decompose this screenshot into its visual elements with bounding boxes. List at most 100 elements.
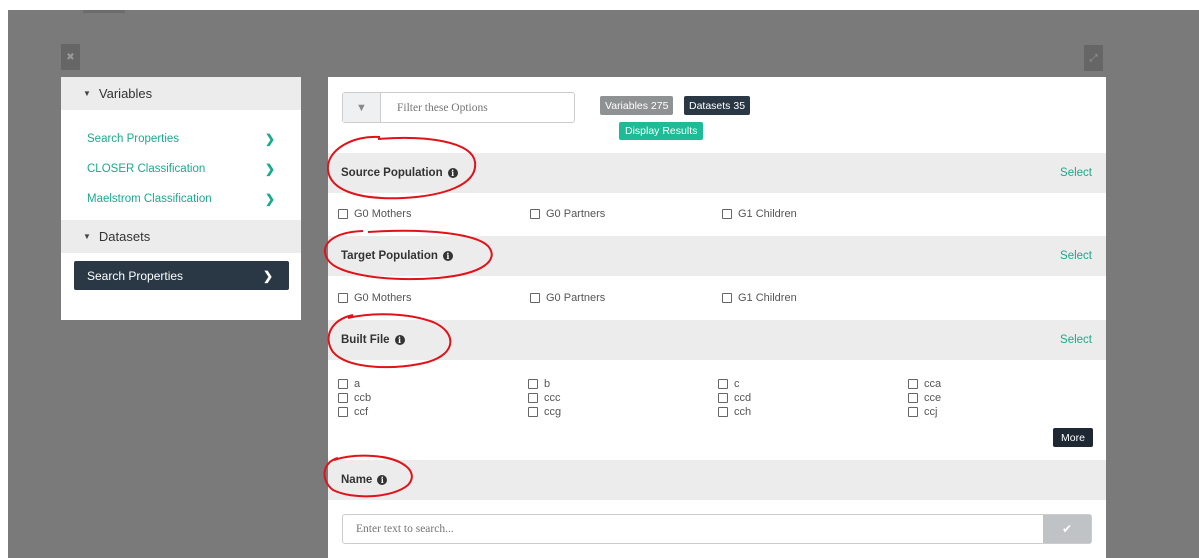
datasets-search-properties-button[interactable]: Search Properties ❯: [74, 261, 289, 290]
filter-icon: ▼: [343, 93, 381, 122]
option-label: cch: [734, 406, 752, 418]
name-search-box: ✔: [342, 514, 1092, 544]
select-link[interactable]: Select: [1060, 167, 1092, 179]
caret-down-icon: ▼: [83, 89, 91, 98]
target-population-header: Target Population i Select: [328, 236, 1106, 276]
source-population-options: G0 Mothers G0 Partners G1 Children: [338, 207, 1098, 221]
checkbox-option[interactable]: G0 Mothers: [338, 208, 530, 220]
filter-input[interactable]: [381, 101, 561, 114]
checkbox[interactable]: [528, 379, 538, 389]
option-label: ccd: [734, 392, 752, 404]
option-label: G1 Children: [738, 292, 797, 304]
checkbox-option[interactable]: cca: [908, 378, 1098, 390]
checkbox-option[interactable]: a: [338, 378, 528, 390]
built-file-header: Built File i Select: [328, 320, 1106, 360]
checkbox[interactable]: [338, 209, 348, 219]
checkbox-option[interactable]: G1 Children: [722, 208, 914, 220]
display-results-button[interactable]: Display Results: [619, 122, 704, 140]
built-file-options: a b c cca ccb ccc ccd cce ccf ccg cch cc…: [338, 377, 1098, 419]
sidebar-item-maelstrom-classification[interactable]: Maelstrom Classification ❯: [61, 184, 301, 214]
info-icon[interactable]: i: [442, 251, 453, 261]
datasets-count-badge[interactable]: Datasets 35: [684, 96, 751, 115]
checkbox-option[interactable]: b: [528, 378, 718, 390]
checkbox[interactable]: [718, 393, 728, 403]
checkbox[interactable]: [338, 379, 348, 389]
checkbox[interactable]: [530, 209, 540, 219]
checkbox[interactable]: [722, 209, 732, 219]
option-label: ccb: [354, 392, 372, 404]
checkbox-option[interactable]: ccc: [528, 392, 718, 404]
source-population-header: Source Population i Select: [328, 153, 1106, 193]
option-label: ccf: [354, 406, 369, 418]
checkbox-option[interactable]: ccf: [338, 406, 528, 418]
checkbox[interactable]: [908, 407, 918, 417]
option-label: cca: [924, 378, 942, 390]
info-icon[interactable]: i: [377, 475, 388, 485]
checkbox-option[interactable]: G0 Mothers: [338, 292, 530, 304]
checkbox[interactable]: [718, 407, 728, 417]
more-button[interactable]: More: [1053, 428, 1093, 447]
checkbox-option[interactable]: cch: [718, 406, 908, 418]
sidebar-item-label: Maelstrom Classification: [87, 193, 212, 205]
checkbox[interactable]: [722, 293, 732, 303]
checkbox-option[interactable]: G1 Children: [722, 292, 914, 304]
option-label: G0 Partners: [546, 292, 606, 304]
checkbox[interactable]: [338, 393, 348, 403]
top-edge: [83, 10, 125, 13]
checkbox-option[interactable]: ccd: [718, 392, 908, 404]
chevron-right-icon: ❯: [264, 192, 275, 206]
variables-header[interactable]: ▼ Variables: [61, 77, 301, 110]
chevron-right-icon: ❯: [264, 162, 275, 176]
option-label: ccg: [544, 406, 562, 418]
checkbox[interactable]: [528, 407, 538, 417]
section-title: Name i: [341, 474, 388, 486]
checkbox[interactable]: [908, 393, 918, 403]
option-label: cce: [924, 392, 942, 404]
name-title: Name: [341, 474, 373, 486]
checkbox[interactable]: [528, 393, 538, 403]
variables-count-badge[interactable]: Variables 275: [600, 96, 674, 115]
option-label: c: [734, 378, 740, 390]
checkbox-option[interactable]: G0 Partners: [530, 292, 722, 304]
filter-box: ▼: [342, 92, 575, 123]
target-population-options: G0 Mothers G0 Partners G1 Children: [338, 291, 1098, 305]
expand-icon[interactable]: ⤢: [1084, 45, 1103, 71]
variables-list: Search Properties ❯ CLOSER Classificatio…: [61, 110, 301, 220]
checkbox[interactable]: [530, 293, 540, 303]
section-title: Built File i: [341, 334, 405, 346]
name-search-input[interactable]: [343, 515, 1043, 543]
checkbox[interactable]: [908, 379, 918, 389]
checkbox-option[interactable]: c: [718, 378, 908, 390]
checkbox-option[interactable]: cce: [908, 392, 1098, 404]
checkbox[interactable]: [718, 379, 728, 389]
option-label: ccc: [544, 392, 561, 404]
option-label: G1 Children: [738, 208, 797, 220]
sidebar-item-closer-classification[interactable]: CLOSER Classification ❯: [61, 154, 301, 184]
checkmark-icon[interactable]: ✔: [1043, 515, 1091, 543]
section-title: Target Population i: [341, 250, 453, 262]
sidebar: ▼ Variables Search Properties ❯ CLOSER C…: [61, 77, 301, 320]
option-label: G0 Mothers: [354, 208, 412, 220]
info-icon[interactable]: i: [447, 168, 458, 178]
target-population-title: Target Population: [341, 250, 438, 262]
checkbox[interactable]: [338, 407, 348, 417]
option-label: G0 Mothers: [354, 292, 412, 304]
select-link[interactable]: Select: [1060, 250, 1092, 262]
info-icon[interactable]: i: [394, 335, 405, 345]
select-link[interactable]: Select: [1060, 334, 1092, 346]
datasets-header-label: Datasets: [98, 229, 151, 244]
sidebar-item-label: CLOSER Classification: [87, 163, 206, 175]
button-label: Search Properties: [87, 268, 184, 283]
datasets-header[interactable]: ▼ Datasets: [61, 220, 301, 253]
section-title: Source Population i: [341, 167, 458, 179]
checkbox-option[interactable]: ccg: [528, 406, 718, 418]
checkbox-option[interactable]: G0 Partners: [530, 208, 722, 220]
name-header: Name i: [328, 460, 1106, 500]
checkbox[interactable]: [338, 293, 348, 303]
checkbox-option[interactable]: ccb: [338, 392, 528, 404]
chevron-right-icon: ❯: [264, 132, 275, 146]
close-icon[interactable]: ✖: [61, 44, 80, 70]
checkbox-option[interactable]: ccj: [908, 406, 1098, 418]
sidebar-item-search-properties[interactable]: Search Properties ❯: [61, 124, 301, 154]
chevron-right-icon: ❯: [262, 268, 273, 283]
